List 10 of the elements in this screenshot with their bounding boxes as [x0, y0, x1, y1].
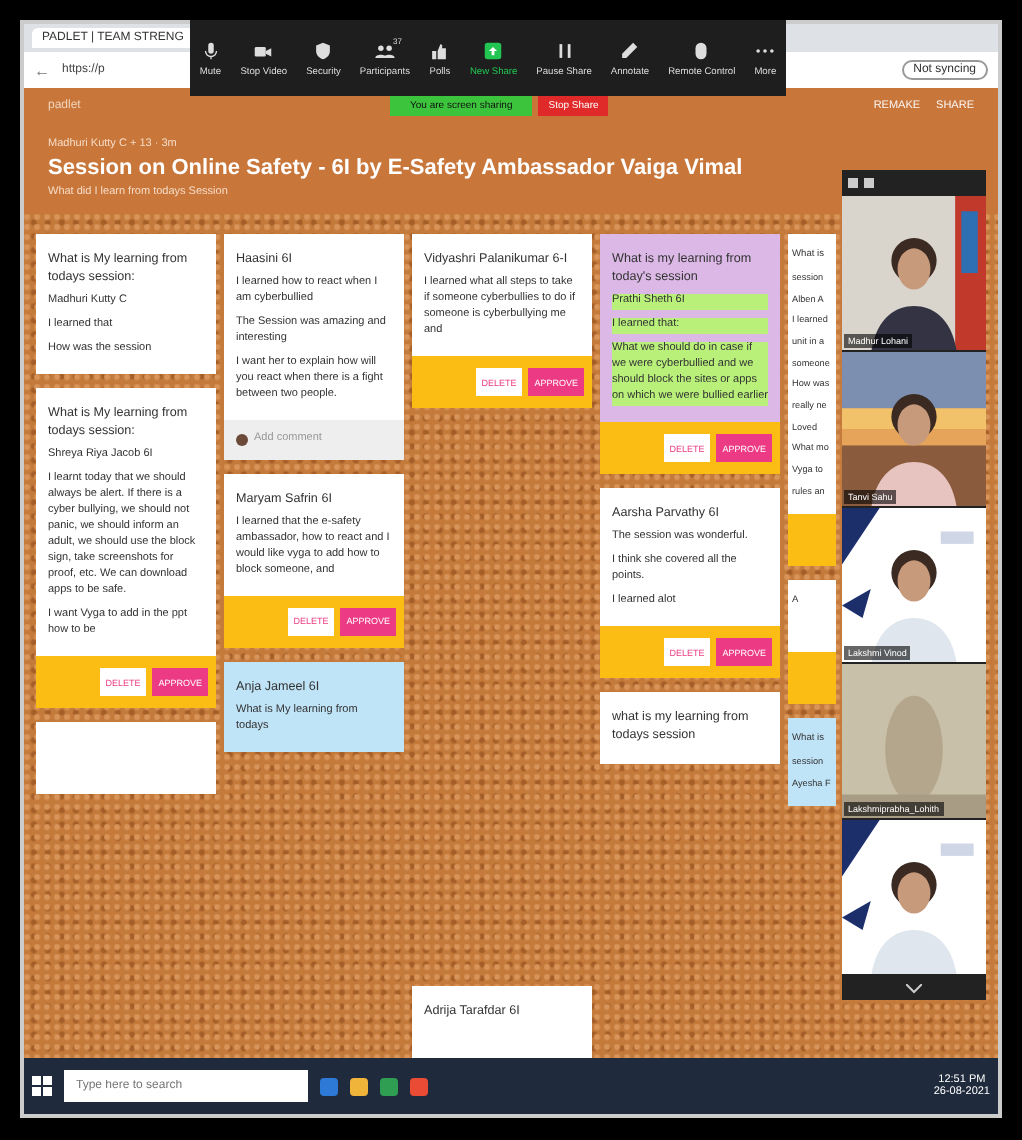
share-icon: [482, 39, 505, 61]
windows-icon[interactable]: [32, 1076, 52, 1096]
mouse-icon: [690, 39, 713, 61]
microphone-icon: [199, 39, 222, 61]
chevron-down-icon[interactable]: [906, 983, 922, 993]
back-button[interactable]: ←: [34, 61, 50, 79]
shield-icon: [312, 39, 335, 61]
pen-icon: [618, 39, 641, 61]
thumbs-up-icon: [428, 39, 451, 61]
board-title: Session on Online Safety - 6I by E-Safety Ambassador Vaiga Vimal: [48, 156, 745, 180]
